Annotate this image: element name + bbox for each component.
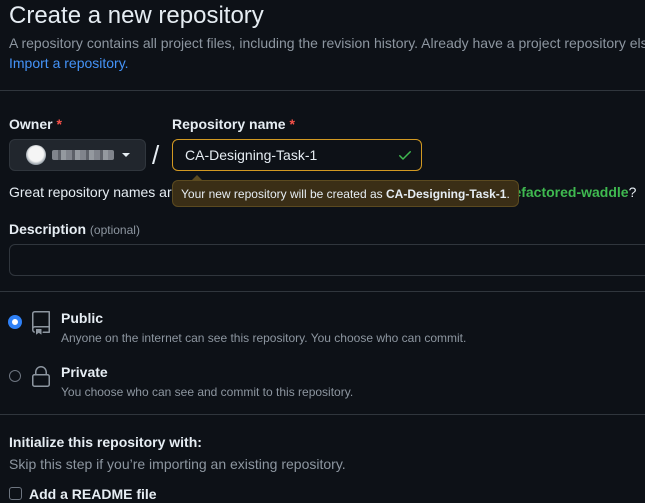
readme-label[interactable]: Add a README file [29,486,157,502]
description-label-text: Description [9,221,87,237]
repo-name-suggestion: refactored-waddle? [508,184,636,200]
page-title: Create a new repository [9,2,264,29]
repo-name-label: Repository name * [172,116,295,132]
lock-icon [32,366,50,387]
description-input[interactable] [9,244,645,276]
owner-dropdown[interactable] [9,139,146,171]
tooltip-prefix: Your new repository will be created as [181,187,383,201]
private-radio[interactable] [9,370,21,382]
page-intro: A repository contains all project files,… [9,35,645,51]
private-title: Private [61,364,108,380]
owner-repo-separator: / [152,140,160,170]
optional-tag: (optional) [89,223,140,237]
owner-label-text: Owner [9,116,53,132]
required-mark: * [56,116,62,132]
repo-name-hint: Great repository names are [9,184,180,200]
tooltip-suffix: . [506,187,510,201]
tooltip-repo-name: CA-Designing-Task-1 [386,187,507,201]
repo-icon [32,311,50,335]
readme-checkbox[interactable] [9,487,22,500]
suggestion-suffix: ? [628,184,637,200]
repo-name-label-text: Repository name [172,116,286,132]
divider [0,291,645,292]
check-icon [399,151,411,160]
initialize-title: Initialize this repository with: [9,434,202,450]
public-description: Anyone on the internet can see this repo… [61,331,467,345]
public-title: Public [61,310,104,326]
repo-name-tooltip: Your new repository will be created as C… [172,175,519,207]
repo-name-input[interactable] [172,139,422,171]
suggested-name[interactable]: refactored-waddle [508,184,629,200]
divider [0,90,645,91]
owner-name-redacted [52,150,114,160]
chevron-down-icon [122,153,130,157]
owner-label: Owner * [9,116,62,132]
divider [0,414,645,415]
avatar [26,145,46,165]
required-mark: * [289,116,295,132]
description-label: Description (optional) [9,221,140,237]
private-description: You choose who can see and commit to thi… [61,385,354,399]
public-radio[interactable] [9,316,21,328]
import-repository-link[interactable]: Import a repository. [9,55,129,71]
initialize-description: Skip this step if you’re importing an ex… [9,456,346,472]
create-repo-page: Create a new repository A repository con… [0,0,645,503]
